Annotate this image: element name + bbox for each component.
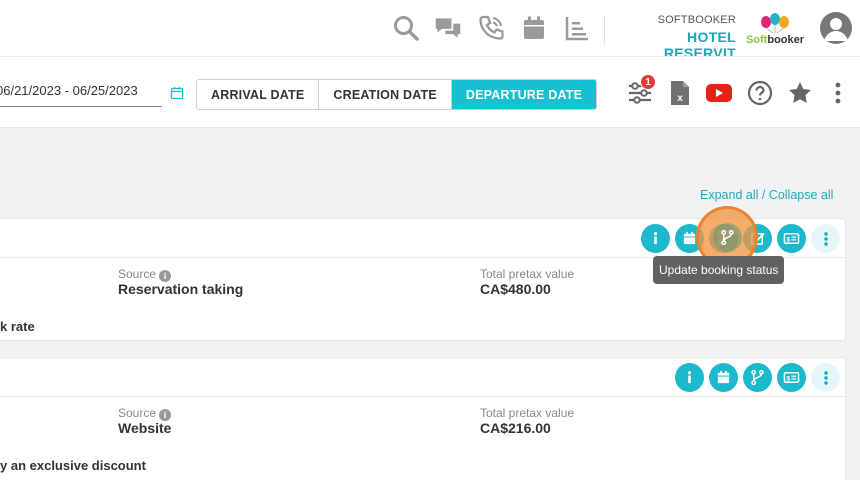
help-icon[interactable] — [746, 79, 774, 107]
source-label: Source — [118, 267, 157, 281]
money-icon: $ — [783, 372, 800, 383]
booking-card: $ Source i Website Total pretax value CA$… — [0, 357, 846, 480]
source-label-wrap: Source i — [118, 406, 172, 421]
calendar-icon[interactable] — [518, 10, 550, 46]
more-vertical-icon — [823, 231, 828, 246]
tab-departure-date[interactable]: DEPARTURE DATE — [451, 80, 597, 109]
more-vertical-icon[interactable] — [824, 79, 852, 107]
total-label: Total pretax value — [480, 406, 575, 420]
info-button[interactable] — [641, 224, 670, 253]
date-type-tabs: ARRIVAL DATE CREATION DATE DEPARTURE DAT… — [196, 79, 598, 110]
highlighted-update-status-button[interactable] — [713, 223, 742, 252]
user-icon — [824, 18, 848, 41]
money-icon: $ — [783, 233, 800, 244]
tab-creation-date[interactable]: CREATION DATE — [319, 80, 452, 109]
total-value: CA$480.00 — [480, 281, 551, 297]
card-more-button[interactable] — [811, 224, 840, 253]
top-header: SOFTBOOKER HOTEL RESERVIT Softbooker — [0, 0, 860, 61]
youtube-icon[interactable] — [705, 79, 733, 107]
rate-name: k rate — [0, 319, 35, 334]
info-icon — [687, 371, 692, 384]
update-status-button[interactable] — [743, 363, 772, 392]
star-icon[interactable] — [786, 79, 814, 107]
softbooker-logo[interactable]: Softbooker — [742, 12, 808, 48]
rate-name: y an exclusive discount — [0, 458, 146, 473]
source-label-wrap: Source i — [118, 267, 172, 282]
svg-text:$: $ — [786, 375, 790, 382]
branch-icon — [721, 229, 734, 246]
user-avatar[interactable] — [820, 12, 852, 44]
booking-calendar-button[interactable] — [709, 363, 738, 392]
source-value: Reservation taking — [118, 281, 244, 297]
chat-icon[interactable] — [432, 10, 464, 46]
phone-icon[interactable] — [475, 10, 507, 46]
calendar-small-icon[interactable] — [170, 86, 184, 100]
report-icon[interactable] — [561, 10, 593, 46]
payment-button[interactable]: $ — [777, 363, 806, 392]
tab-arrival-date[interactable]: ARRIVAL DATE — [197, 80, 320, 109]
search-icon[interactable] — [390, 10, 422, 46]
hotel-subtitle: SOFTBOOKER — [657, 14, 736, 26]
logo-text-b: booker — [767, 34, 805, 46]
logo-wordmark: Softbooker — [742, 34, 808, 46]
source-value: Website — [118, 420, 172, 436]
expand-collapse-link[interactable]: Expand all / Collapse all — [700, 188, 833, 202]
booking-card-header: $ — [0, 358, 846, 397]
filter-toolbar: 06/21/2023 - 06/25/2023 ARRIVAL DATE CRE… — [0, 56, 860, 128]
more-vertical-icon — [823, 370, 828, 385]
card-more-button[interactable] — [811, 363, 840, 392]
payment-button[interactable]: $ — [777, 224, 806, 253]
info-button[interactable] — [675, 363, 704, 392]
balloon-logo-icon — [761, 13, 789, 34]
update-status-tooltip: Update booking status — [653, 256, 785, 284]
calendar-icon — [717, 370, 730, 384]
svg-text:$: $ — [786, 236, 790, 243]
info-icon — [653, 232, 658, 245]
total-value: CA$216.00 — [480, 420, 551, 436]
svg-text:x: x — [677, 93, 683, 104]
source-label: Source — [118, 406, 157, 420]
total-label: Total pretax value — [480, 267, 575, 281]
branch-icon — [751, 369, 764, 386]
excel-icon[interactable]: x — [666, 79, 694, 107]
logo-text-a: Soft — [745, 34, 768, 46]
header-divider — [604, 16, 605, 44]
filter-count-badge: 1 — [640, 74, 656, 90]
date-range-input[interactable]: 06/21/2023 - 06/25/2023 — [0, 83, 162, 107]
